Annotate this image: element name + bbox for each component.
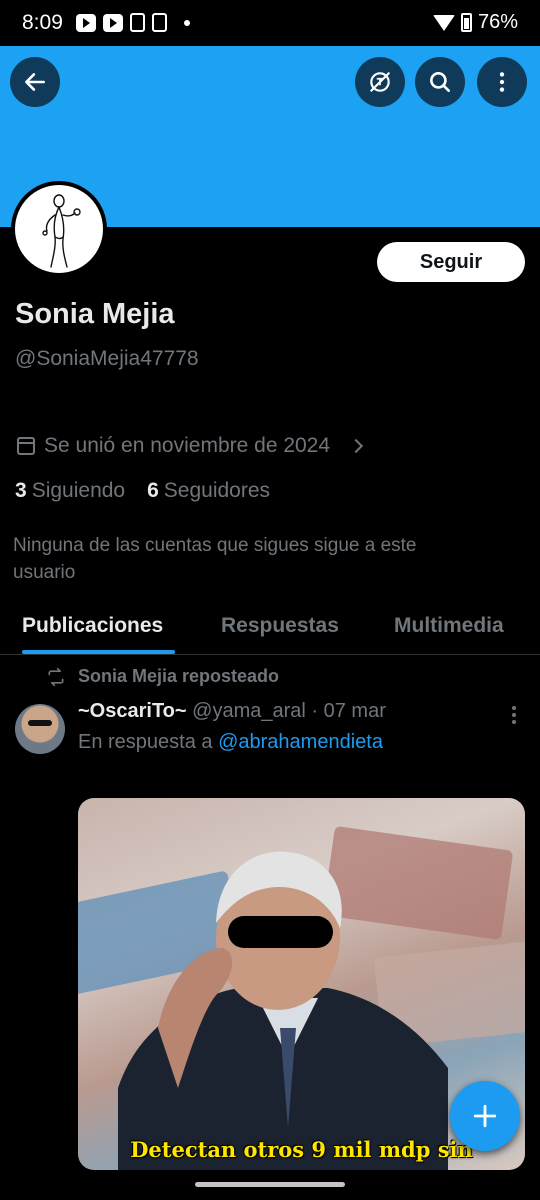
sketch-figure-icon xyxy=(42,194,81,268)
back-arrow-icon xyxy=(25,73,45,91)
active-tab-indicator xyxy=(22,650,175,654)
tweet-header: ~OscariTo~ @yama_aral · 07 mar xyxy=(78,700,386,723)
wifi-icon xyxy=(432,14,455,31)
repost-context[interactable]: Sonia Mejia reposteado xyxy=(46,666,279,687)
status-icons-left xyxy=(76,13,190,32)
followers-label: Seguidores xyxy=(163,479,271,502)
followers-you-know-note: Ninguna de las cuentas que sigues sigue … xyxy=(13,535,417,583)
followers-count: 6 xyxy=(147,479,159,502)
battery-icon xyxy=(460,13,472,32)
joined-date-row[interactable]: Se unió en noviembre de 2024 xyxy=(17,434,364,458)
tweet-author-name[interactable]: ~OscariTo~ xyxy=(78,700,187,722)
following-label: Siguiendo xyxy=(31,479,126,502)
follow-stats: 3 Siguiendo 6 Seguidores xyxy=(15,479,270,503)
tweet-author-handle[interactable]: @yama_aral xyxy=(192,700,306,722)
search-icon xyxy=(430,72,450,92)
tweet-author-avatar[interactable] xyxy=(15,704,65,754)
more-dot xyxy=(512,706,516,710)
repost-icon xyxy=(48,667,64,686)
calendar-icon xyxy=(17,437,35,455)
youtube-icon xyxy=(103,13,123,32)
translate-button[interactable] xyxy=(355,57,405,107)
repost-text: Sonia Mejia reposteado xyxy=(78,666,280,686)
tab-multimedia[interactable]: Multimedia xyxy=(394,614,504,638)
more-dot xyxy=(512,713,516,717)
tweet-date[interactable]: 07 mar xyxy=(324,700,386,722)
more-vertical-icon xyxy=(499,72,505,92)
back-button[interactable] xyxy=(10,57,60,107)
profile-display-name: Sonia Mejia xyxy=(15,298,175,330)
youtube-icon xyxy=(76,13,96,32)
profile-handle: @SoniaMejia47778 xyxy=(15,347,199,370)
phone-icon xyxy=(130,13,145,32)
app-icon xyxy=(152,13,167,32)
more-dot xyxy=(512,720,516,724)
dot-icon xyxy=(184,19,190,26)
status-icons-right: 76% xyxy=(432,11,518,34)
reply-prefix: En respuesta a xyxy=(78,731,213,753)
status-bar: 8:09 76% xyxy=(0,0,540,46)
tweet-separator: · xyxy=(311,700,319,722)
followers-link[interactable]: 6 Seguidores xyxy=(147,479,270,503)
translate-icon xyxy=(370,72,390,92)
more-button[interactable] xyxy=(477,57,527,107)
chevron-right-icon xyxy=(348,438,364,454)
home-indicator[interactable] xyxy=(195,1182,345,1187)
profile-avatar[interactable] xyxy=(11,181,107,277)
person-photo xyxy=(118,851,448,1170)
search-button[interactable] xyxy=(415,57,465,107)
media-caption: Detectan otros 9 mil mdp sin xyxy=(130,1137,473,1162)
avatar-image xyxy=(15,185,103,273)
battery-percent: 76% xyxy=(477,11,518,33)
profile-tabs: Publicaciones Respuestas Multimedia xyxy=(0,600,540,655)
joined-text: Se unió en noviembre de 2024 xyxy=(44,434,331,457)
reply-context: En respuesta a @abrahamendieta xyxy=(78,731,383,754)
plus-icon xyxy=(473,1104,497,1128)
tweet-more-button[interactable] xyxy=(512,706,516,724)
status-time: 8:09 xyxy=(22,11,63,34)
tab-publicaciones[interactable]: Publicaciones xyxy=(22,614,163,638)
compose-fab[interactable] xyxy=(450,1081,520,1151)
following-count: 3 xyxy=(15,479,27,502)
reply-mention-link[interactable]: @abrahamendieta xyxy=(218,731,383,753)
follow-button[interactable]: Seguir xyxy=(377,242,525,282)
tab-respuestas[interactable]: Respuestas xyxy=(221,614,339,638)
following-link[interactable]: 3 Siguiendo xyxy=(15,479,125,503)
